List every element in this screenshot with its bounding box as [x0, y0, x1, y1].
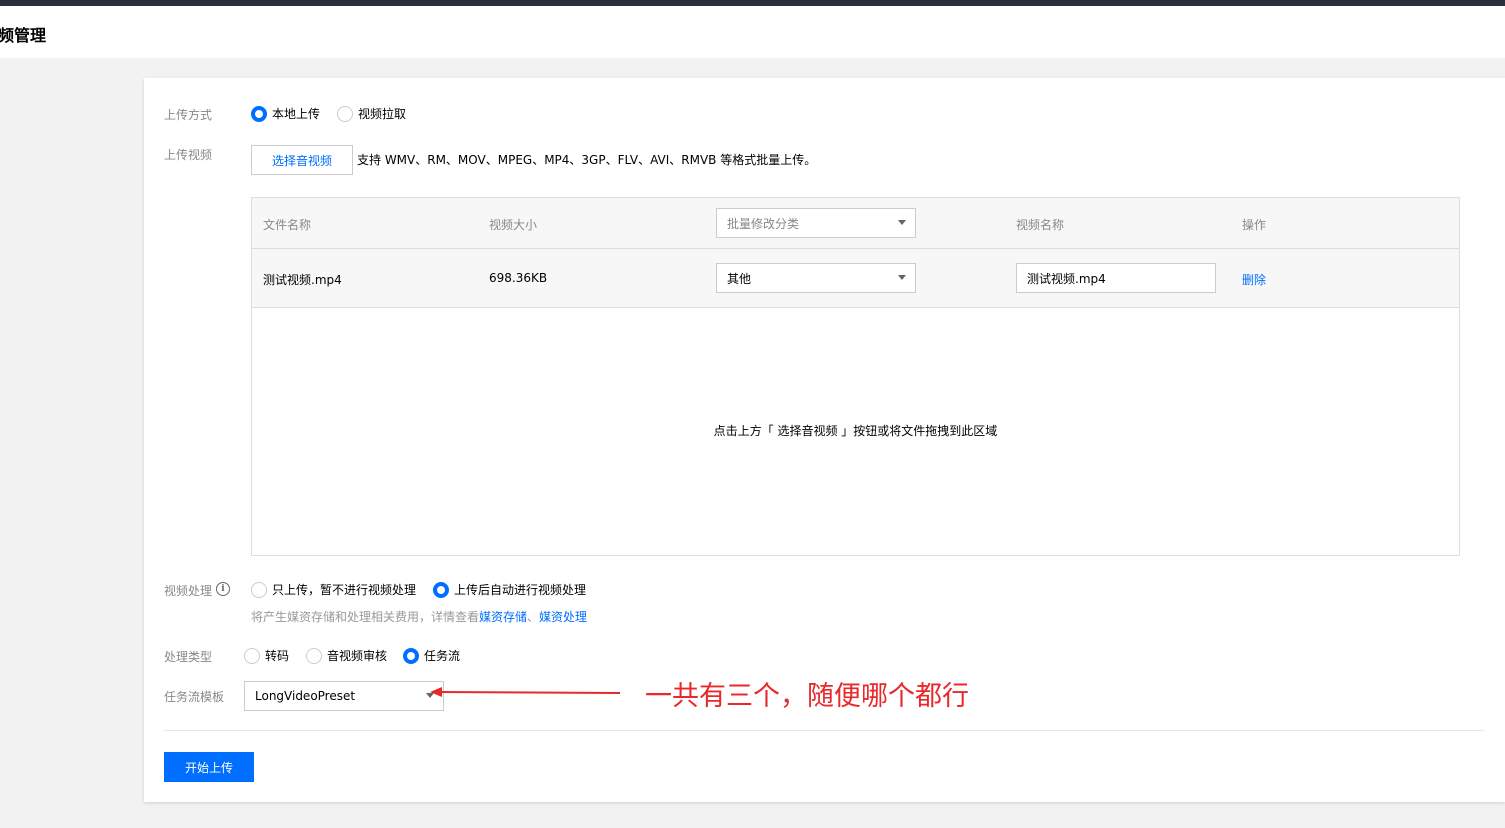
desc-separator: 、	[527, 610, 540, 624]
col-video-name: 视频名称	[1016, 218, 1065, 232]
col-actions: 操作	[1242, 218, 1267, 232]
media-storage-link[interactable]: 媒资存储	[479, 610, 527, 624]
radio-transcode-label: 转码	[265, 649, 290, 663]
radio-local-upload[interactable]: 本地上传	[251, 105, 320, 122]
video-processing-label: 视频处理	[164, 584, 213, 598]
workflow-template-label: 任务流模板	[164, 690, 225, 704]
category-select[interactable]: 其他	[716, 263, 916, 293]
upload-method-label: 上传方式	[164, 108, 213, 122]
radio-workflow-label: 任务流	[424, 649, 461, 663]
radio-dot	[251, 105, 267, 122]
info-icon[interactable]: i	[216, 582, 230, 596]
radio-upload-only[interactable]: 只上传，暂不进行视频处理	[251, 581, 416, 598]
batch-category-value: 批量修改分类	[727, 216, 800, 231]
radio-dot	[403, 647, 419, 664]
col-size: 视频大小	[489, 218, 538, 232]
radio-transcode[interactable]: 转码	[244, 647, 289, 664]
category-value: 其他	[727, 271, 752, 286]
drop-zone-hint: 点击上方「 选择音视频 」按钮或将文件拖拽到此区域	[713, 424, 998, 438]
radio-upload-only-label: 只上传，暂不进行视频处理	[272, 583, 417, 597]
page-title: 频管理	[0, 26, 47, 45]
media-processing-link[interactable]: 媒资处理	[539, 610, 587, 624]
radio-video-pull-label: 视频拉取	[358, 107, 407, 121]
upload-table[interactable]: 文件名称 视频大小 批量修改分类 视频名称 操作 测试视频.mp4 698.36…	[251, 197, 1460, 556]
annotation-text: 一共有三个，随便哪个都行	[645, 681, 969, 712]
cost-description-text: 将产生媒资存储和处理相关费用，详情查看	[251, 610, 480, 624]
cost-description: 将产生媒资存储和处理相关费用，详情查看媒资存储、媒资处理	[251, 608, 587, 625]
radio-video-pull[interactable]: 视频拉取	[337, 105, 406, 122]
row-file-name: 测试视频.mp4	[263, 273, 342, 287]
radio-av-review[interactable]: 音视频审核	[306, 647, 387, 664]
col-file-name: 文件名称	[263, 218, 312, 232]
table-header: 文件名称 视频大小 批量修改分类 视频名称 操作	[252, 198, 1459, 249]
workflow-template-value: LongVideoPreset	[255, 689, 356, 703]
radio-dot	[306, 647, 322, 664]
annotation-arrow	[430, 687, 621, 697]
radio-auto-process[interactable]: 上传后自动进行视频处理	[433, 581, 586, 598]
caret-down-icon	[898, 275, 906, 280]
batch-category-select[interactable]: 批量修改分类	[716, 208, 916, 238]
start-upload-button[interactable]: 开始上传	[164, 752, 254, 782]
page-header: 频管理	[0, 6, 1505, 58]
radio-dot	[433, 581, 449, 598]
upload-video-label: 上传视频	[164, 148, 213, 162]
radio-dot	[244, 647, 260, 664]
delete-link[interactable]: 删除	[1242, 271, 1266, 288]
row-size: 698.36KB	[489, 271, 548, 285]
workflow-template-select[interactable]: LongVideoPreset	[244, 681, 444, 711]
radio-auto-process-label: 上传后自动进行视频处理	[454, 583, 587, 597]
radio-dot	[337, 105, 353, 122]
radio-av-review-label: 音视频审核	[327, 649, 388, 663]
video-name-value: 测试视频.mp4	[1027, 271, 1106, 286]
table-row: 测试视频.mp4 698.36KB 其他 测试视频.mp4 删除	[252, 249, 1459, 308]
divider	[164, 730, 1484, 731]
radio-dot	[251, 581, 267, 598]
format-hint: 支持 WMV、RM、MOV、MPEG、MP4、3GP、FLV、AVI、RMVB …	[357, 153, 817, 167]
radio-workflow[interactable]: 任务流	[403, 647, 460, 664]
select-media-button[interactable]: 选择音视频	[251, 145, 353, 175]
video-name-input[interactable]: 测试视频.mp4	[1016, 263, 1216, 293]
caret-down-icon	[898, 220, 906, 225]
radio-local-upload-label: 本地上传	[272, 107, 321, 121]
process-type-label: 处理类型	[164, 650, 213, 664]
